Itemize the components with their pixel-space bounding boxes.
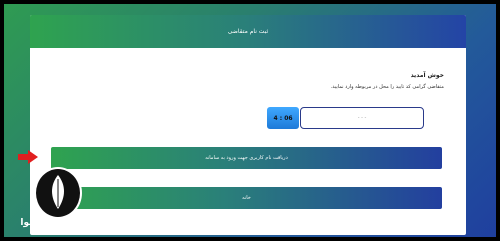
welcome-description: متقاضی گرامی کد تایید را محل در مربوطه و… xyxy=(330,84,444,90)
code-placeholder: - - - xyxy=(357,115,367,121)
watermark-text: سامانه مشاوره هیوا xyxy=(20,218,110,228)
card-header: ثبت نام متقاضی xyxy=(30,15,466,48)
countdown-timer: 4 : 06 xyxy=(267,107,299,129)
receive-username-label: دریافت نام کاربری جهت ورود به سامانه xyxy=(205,155,288,161)
timer-value: 4 : 06 xyxy=(273,114,293,122)
feather-pen-icon xyxy=(52,175,64,209)
watermark-logo: سامانه مشاوره هیوا xyxy=(16,167,114,241)
home-button-label: خانه xyxy=(242,195,251,201)
verification-code-input[interactable]: - - - xyxy=(300,107,424,129)
page-title: ثبت نام متقاضی xyxy=(227,28,269,35)
arrow-right-icon xyxy=(18,150,38,164)
receive-username-button[interactable]: دریافت نام کاربری جهت ورود به سامانه xyxy=(51,147,442,169)
logo-circle xyxy=(34,167,82,219)
welcome-heading: خوش آمدید xyxy=(410,72,444,79)
page-background: ثبت نام متقاضی خوش آمدید متقاضی گرامی کد… xyxy=(4,4,496,237)
